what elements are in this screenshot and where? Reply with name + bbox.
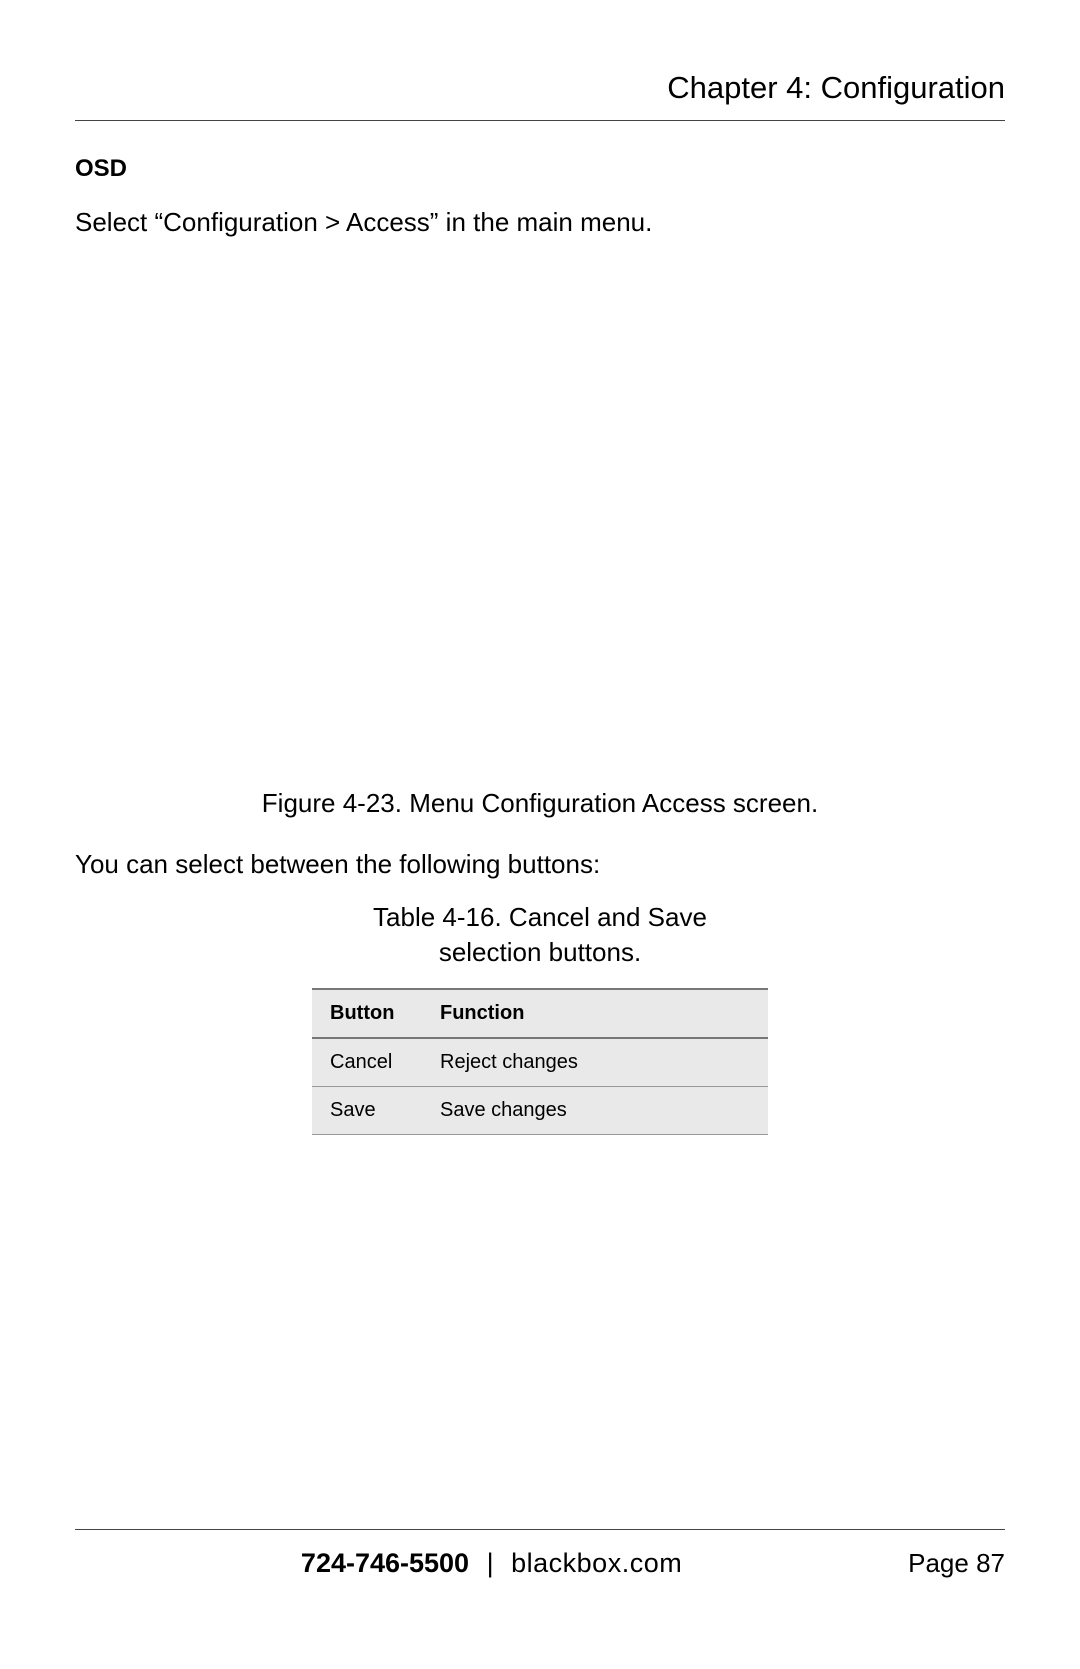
footer-contact: 724-746-5500 | blackbox.com: [75, 1548, 908, 1579]
page-number: Page 87: [908, 1548, 1005, 1579]
figure-caption: Figure 4-23. Menu Configuration Access s…: [75, 788, 1005, 819]
buttons-table: Button Function Cancel Reject changes Sa…: [312, 988, 768, 1135]
table-cell-function: Reject changes: [422, 1038, 768, 1087]
table-header-row: Button Function: [312, 989, 768, 1038]
table-header-function: Function: [422, 989, 768, 1038]
footer-phone: 724-746-5500: [301, 1548, 469, 1578]
section-heading-osd: OSD: [75, 155, 1005, 183]
page-footer: 724-746-5500 | blackbox.com Page 87: [75, 1529, 1005, 1579]
table-cell-function: Save changes: [422, 1087, 768, 1135]
table-cell-button: Save: [312, 1087, 422, 1135]
post-figure-text: You can select between the following but…: [75, 847, 1005, 882]
table-header-button: Button: [312, 989, 422, 1038]
footer-separator: |: [487, 1548, 494, 1578]
figure-placeholder: [75, 258, 1005, 788]
table-row: Save Save changes: [312, 1087, 768, 1135]
instruction-text: Select “Configuration > Access” in the m…: [75, 205, 1005, 240]
table-caption: Table 4-16. Cancel and Save selection bu…: [340, 900, 740, 970]
document-page: Chapter 4: Configuration OSD Select “Con…: [0, 0, 1080, 1669]
chapter-title: Chapter 4: Configuration: [75, 70, 1005, 121]
table-row: Cancel Reject changes: [312, 1038, 768, 1087]
footer-website: blackbox.com: [511, 1548, 682, 1578]
table-cell-button: Cancel: [312, 1038, 422, 1087]
